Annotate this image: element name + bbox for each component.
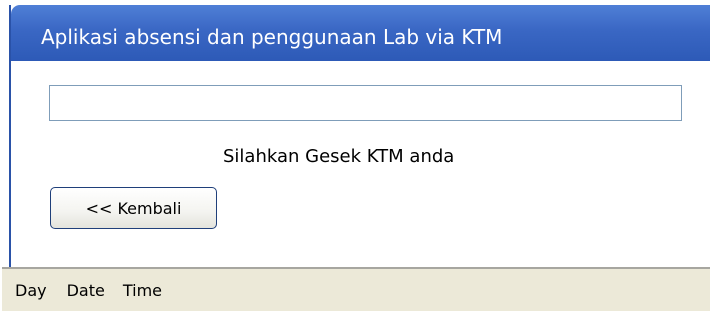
back-button[interactable]: << Kembali — [50, 187, 217, 229]
main-content: Silahkan Gesek KTM anda << Kembali — [11, 61, 710, 267]
status-bar: Day Date Time — [2, 267, 710, 311]
app-window: Aplikasi absensi dan penggunaan Lab via … — [2, 5, 710, 311]
ktm-input[interactable] — [49, 85, 682, 121]
status-time: Time — [122, 280, 162, 300]
status-day: Day — [15, 280, 47, 300]
status-date: Date — [66, 280, 105, 300]
instruction-text: Silahkan Gesek KTM anda — [223, 146, 455, 167]
window-title: Aplikasi absensi dan penggunaan Lab via … — [41, 25, 503, 49]
title-bar[interactable]: Aplikasi absensi dan penggunaan Lab via … — [11, 5, 710, 61]
